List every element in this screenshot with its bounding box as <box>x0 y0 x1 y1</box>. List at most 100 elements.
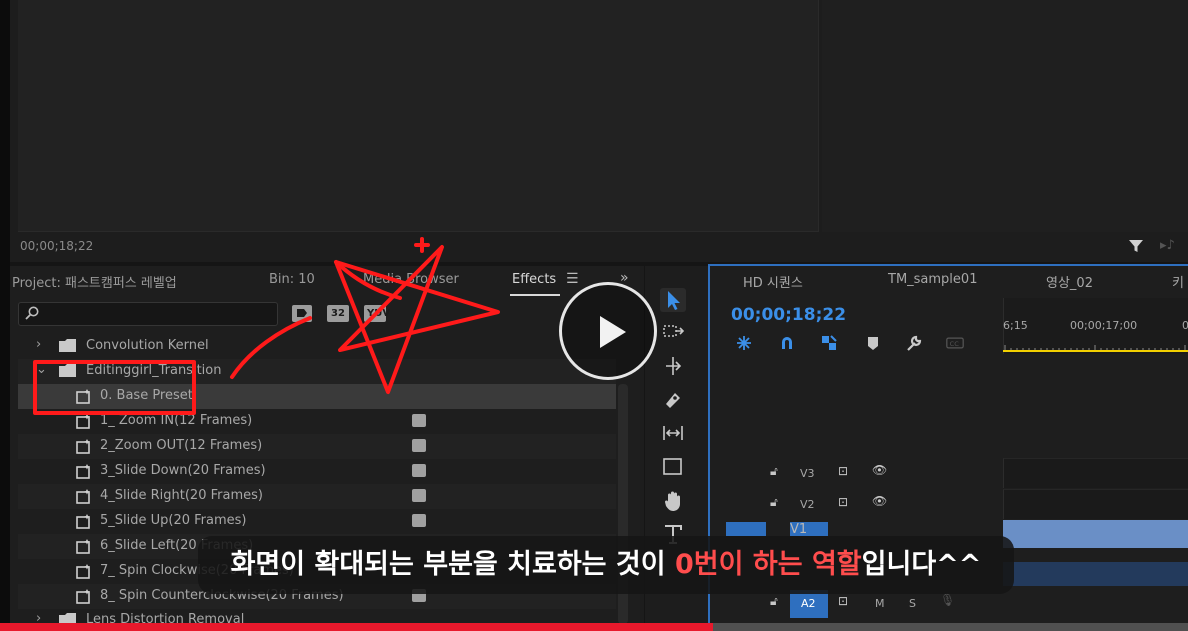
accelerated-icon <box>412 489 426 502</box>
slip-icon[interactable] <box>660 421 686 445</box>
snap-icon[interactable] <box>778 334 796 352</box>
preset-icon <box>76 389 90 404</box>
lock-icon[interactable]: 🔓︎ <box>770 594 778 609</box>
accelerated-icon <box>412 514 426 527</box>
track-select-forward-icon[interactable] <box>660 320 686 344</box>
selection-tool-icon[interactable] <box>660 288 686 312</box>
play-icon[interactable] <box>600 316 626 348</box>
track-header-v3: 🔓︎ V3 ⊡ 👁︎ <box>710 458 1003 488</box>
source-patch-v1[interactable] <box>726 522 766 536</box>
tree-preset-base-preset[interactable]: 0. Base Preset <box>18 384 616 409</box>
left-edge-strip <box>0 0 10 631</box>
nest-icon[interactable] <box>735 334 753 352</box>
toggle-sync-lock-icon[interactable]: ⊡ <box>838 495 848 509</box>
search-icon <box>25 306 39 320</box>
tree-folder-lens-distortion-removal[interactable]: › Lens Distortion Removal <box>18 608 616 623</box>
tab-hd-sequence[interactable]: HD 시퀀스 <box>743 272 803 291</box>
tree-row-label: 5_Slide Up(20 Frames) <box>100 513 247 528</box>
tab-video-02[interactable]: 영상_02 <box>1046 272 1093 291</box>
toggle-sync-lock-icon[interactable]: ⊡ <box>838 594 848 608</box>
eye-icon[interactable]: 👁︎ <box>872 463 887 477</box>
program-monitor-viewport[interactable] <box>18 0 819 232</box>
active-tab-underline <box>510 294 560 296</box>
preset-icon <box>76 489 90 504</box>
preset-icon <box>76 589 90 604</box>
preset-icon <box>76 564 90 579</box>
rectangle-icon[interactable] <box>660 455 686 479</box>
yuv-filter-button[interactable]: YUV <box>364 305 390 322</box>
tab-media-browser[interactable]: Media Browser <box>363 272 459 287</box>
solo-button[interactable]: S <box>909 597 916 610</box>
tree-preset-zoom-in[interactable]: 1_ Zoom IN(12 Frames) <box>18 409 616 434</box>
linked-selection-icon[interactable] <box>820 334 838 352</box>
tab-tm-sample01[interactable]: TM_sample01 <box>888 272 977 287</box>
ripple-edit-icon[interactable] <box>660 354 686 378</box>
preset-icon <box>76 439 90 454</box>
tree-preset-slide-up[interactable]: 5_Slide Up(20 Frames) <box>18 509 616 534</box>
marker-icon[interactable] <box>864 334 882 352</box>
accelerated-effects-filter-button[interactable] <box>292 305 312 322</box>
filter-icon[interactable] <box>1127 237 1145 255</box>
folder-icon <box>59 364 76 377</box>
tree-preset-slide-right[interactable]: 4_Slide Right(20 Frames) <box>18 484 616 509</box>
track-lane-v2[interactable] <box>1003 489 1188 519</box>
hand-icon[interactable] <box>660 489 686 513</box>
track-name[interactable]: A2 <box>801 597 816 610</box>
preset-icon <box>76 514 90 529</box>
tree-row-label: 3_Slide Down(20 Frames) <box>100 463 266 478</box>
tree-row-label: Editinggirl_Transition <box>86 363 222 378</box>
video-progress-fill <box>0 623 713 631</box>
mute-button[interactable]: M <box>875 597 885 610</box>
chevron-right-icon[interactable]: › <box>36 337 41 352</box>
upper-right-pane <box>822 0 1188 232</box>
ruler-label: 0 <box>1182 319 1188 332</box>
svg-text:CC: CC <box>950 340 960 348</box>
effects-search-input[interactable] <box>18 302 278 326</box>
track-lane-v3[interactable] <box>1003 458 1188 488</box>
eye-icon[interactable]: 👁︎ <box>872 494 887 508</box>
track-target-v1[interactable]: V1 <box>790 522 828 537</box>
tab-effects[interactable]: Effects <box>512 272 556 287</box>
track-name[interactable]: V2 <box>800 498 815 511</box>
32bit-filter-button[interactable]: 32 <box>327 305 349 322</box>
plus-mark <box>414 237 430 253</box>
monitor-timecode: 00;00;18;22 <box>20 239 94 253</box>
hamburger-icon[interactable]: ☰ <box>566 271 579 287</box>
chevron-right-icon[interactable]: › <box>36 611 41 623</box>
video-clip[interactable] <box>1003 520 1188 548</box>
chevron-down-icon[interactable]: ⌄ <box>36 362 47 377</box>
preset-icon <box>76 414 90 429</box>
tree-preset-slide-down[interactable]: 3_Slide Down(20 Frames) <box>18 459 616 484</box>
tab-truncated[interactable]: 키 <box>1172 272 1184 291</box>
lock-icon[interactable]: 🔓︎ <box>770 495 778 510</box>
accelerated-icon <box>297 309 307 317</box>
razor-icon[interactable] <box>660 388 686 412</box>
accelerated-icon <box>412 439 426 452</box>
lock-icon[interactable]: 🔓︎ <box>770 464 778 479</box>
work-area-bar[interactable] <box>1003 350 1188 352</box>
audio-icon[interactable]: ▸♪ <box>1160 238 1175 253</box>
ruler-label: 00;00;17;00 <box>1070 319 1138 332</box>
track-name[interactable]: V3 <box>800 467 815 480</box>
wrench-icon[interactable] <box>905 334 923 352</box>
tree-row-label: 0. Base Preset <box>100 388 193 403</box>
preset-icon <box>76 539 90 554</box>
tree-row-label: 1_ Zoom IN(12 Frames) <box>100 413 253 428</box>
tree-row-label: 2_Zoom OUT(12 Frames) <box>100 438 263 453</box>
toggle-sync-lock-icon[interactable]: ⊡ <box>838 464 848 478</box>
timeline-timecode[interactable]: 00;00;18;22 <box>731 305 846 325</box>
folder-icon <box>59 339 76 352</box>
ruler-label: 6;15 <box>1003 319 1028 332</box>
folder-icon <box>59 613 76 623</box>
captions-icon[interactable]: CC <box>946 334 964 352</box>
tab-bin[interactable]: Bin: 10 <box>269 272 315 287</box>
caption-text-end: 입니다^^ <box>861 549 982 580</box>
tree-folder-editinggirl-transition[interactable]: ⌄ Editinggirl_Transition <box>18 359 616 384</box>
tab-project[interactable]: Project: 패스트캠퍼스 레벨업 <box>12 272 177 291</box>
tree-folder-convolution-kernel[interactable]: › Convolution Kernel <box>18 334 616 359</box>
audio-clip[interactable] <box>1003 562 1188 586</box>
tree-row-label: Lens Distortion Removal <box>86 612 245 623</box>
preset-icon <box>76 464 90 479</box>
tree-preset-zoom-out[interactable]: 2_Zoom OUT(12 Frames) <box>18 434 616 459</box>
microphone-icon[interactable]: 🎙︎ <box>940 593 955 607</box>
